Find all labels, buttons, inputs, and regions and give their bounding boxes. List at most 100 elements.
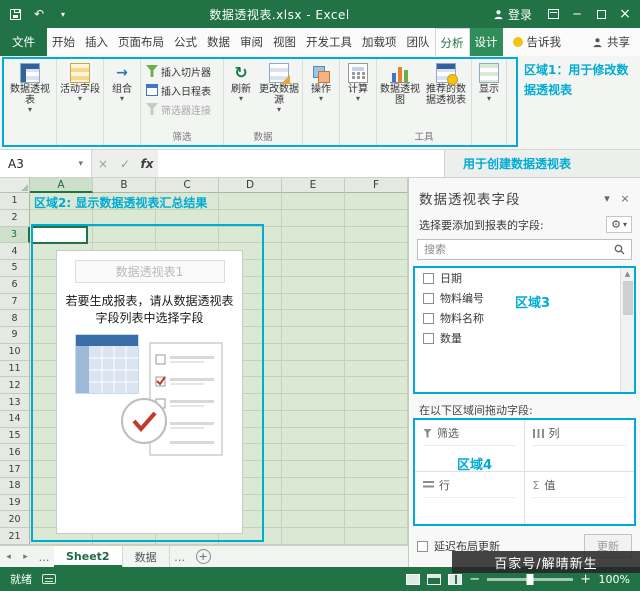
row-header-9[interactable]: 9 bbox=[0, 327, 30, 344]
save-button[interactable] bbox=[4, 3, 26, 25]
search-input[interactable] bbox=[424, 243, 614, 256]
cell-E12[interactable] bbox=[282, 377, 345, 395]
cell-E17[interactable] bbox=[282, 461, 345, 478]
group-button[interactable]: 组合 ▾ bbox=[105, 59, 139, 145]
tab-团队[interactable]: 团队 bbox=[402, 28, 435, 56]
row-header-17[interactable]: 17 bbox=[0, 461, 30, 478]
field-item-物料名称[interactable]: 物料名称 bbox=[415, 308, 634, 328]
cell-E15[interactable] bbox=[282, 427, 345, 445]
cancel-icon[interactable]: × bbox=[92, 150, 114, 177]
pane-close-icon[interactable]: × bbox=[616, 192, 634, 205]
pivotchart-button[interactable]: 数据透视图 bbox=[378, 59, 422, 132]
tab-设计[interactable]: 设计 bbox=[469, 28, 503, 56]
field-checkbox[interactable] bbox=[423, 332, 434, 344]
cell-F6[interactable] bbox=[345, 276, 408, 294]
row-header-16[interactable]: 16 bbox=[0, 444, 30, 462]
select-all-corner[interactable] bbox=[0, 178, 30, 193]
pivottable-button[interactable]: 数据透视表 ▾ bbox=[5, 59, 55, 145]
row-header-14[interactable]: 14 bbox=[0, 410, 30, 428]
cell-E20[interactable] bbox=[282, 511, 345, 529]
column-header-A[interactable]: A bbox=[30, 178, 93, 193]
cell-E11[interactable] bbox=[282, 360, 345, 378]
insert-function-icon[interactable]: fx bbox=[136, 150, 158, 177]
formula-input[interactable] bbox=[158, 150, 445, 177]
scroll-up-icon[interactable]: ▲ bbox=[625, 268, 630, 281]
cell-F5[interactable] bbox=[345, 260, 408, 277]
maximize-button[interactable] bbox=[590, 3, 612, 25]
tab-审阅[interactable]: 审阅 bbox=[235, 28, 268, 56]
new-sheet-button[interactable]: + bbox=[195, 549, 211, 564]
active-field-button[interactable]: 活动字段 ▾ bbox=[58, 59, 102, 145]
cell-C3[interactable] bbox=[156, 226, 219, 244]
drop-zone-filter[interactable]: 筛选 区域4 bbox=[415, 420, 525, 473]
cell-E21[interactable] bbox=[282, 528, 345, 545]
field-item-数量[interactable]: 数量 bbox=[415, 328, 634, 348]
cell-B3[interactable] bbox=[93, 226, 156, 244]
drop-zone-rows[interactable]: 行 bbox=[415, 472, 525, 524]
sheet-overflow-left[interactable]: … bbox=[34, 546, 54, 567]
row-header-15[interactable]: 15 bbox=[0, 427, 30, 445]
zoom-slider-thumb[interactable] bbox=[526, 573, 534, 585]
row-header-1[interactable]: 1 bbox=[0, 193, 30, 210]
sheet-overflow-right[interactable]: … bbox=[170, 546, 190, 567]
cell-E4[interactable] bbox=[282, 243, 345, 261]
sheet-nav-right-icon[interactable]: ▸ bbox=[17, 546, 34, 567]
page-layout-view-icon[interactable] bbox=[427, 573, 442, 585]
tab-file[interactable]: 文件 bbox=[0, 28, 47, 56]
cell-F8[interactable] bbox=[345, 310, 408, 328]
row-header-13[interactable]: 13 bbox=[0, 394, 30, 411]
tab-公式[interactable]: 公式 bbox=[169, 28, 202, 56]
cell-C2[interactable] bbox=[156, 209, 219, 227]
cell-E9[interactable] bbox=[282, 327, 345, 344]
tab-插入[interactable]: 插入 bbox=[80, 28, 113, 56]
cell-F10[interactable] bbox=[345, 343, 408, 361]
row-header-5[interactable]: 5 bbox=[0, 260, 30, 277]
tab-加载项[interactable]: 加载项 bbox=[357, 28, 402, 56]
sheet-tab-数据[interactable]: 数据 bbox=[123, 546, 170, 567]
field-item-日期[interactable]: 日期 bbox=[415, 268, 634, 288]
cell-E14[interactable] bbox=[282, 410, 345, 428]
pane-options-icon[interactable]: ▾ bbox=[598, 192, 616, 205]
field-checkbox[interactable] bbox=[423, 272, 434, 284]
cell-F20[interactable] bbox=[345, 511, 408, 529]
ribbon-display-options-button[interactable] bbox=[542, 3, 564, 25]
refresh-button[interactable]: 刷新 ▾ bbox=[225, 59, 257, 132]
cell-F7[interactable] bbox=[345, 293, 408, 311]
cell-F2[interactable] bbox=[345, 209, 408, 227]
cell-E8[interactable] bbox=[282, 310, 345, 328]
close-button[interactable]: × bbox=[614, 3, 636, 25]
tab-数据[interactable]: 数据 bbox=[202, 28, 235, 56]
filter-connections-button[interactable]: 筛选器连接 bbox=[144, 100, 220, 118]
row-header-7[interactable]: 7 bbox=[0, 293, 30, 311]
drop-zone-values[interactable]: 值 bbox=[525, 472, 635, 524]
cell-E2[interactable] bbox=[282, 209, 345, 227]
tab-tell-me[interactable]: 告诉我 bbox=[512, 28, 561, 56]
cell-E6[interactable] bbox=[282, 276, 345, 294]
row-header-18[interactable]: 18 bbox=[0, 477, 30, 495]
cell-F12[interactable] bbox=[345, 377, 408, 395]
change-data-source-button[interactable]: 更改数据源 ▾ bbox=[257, 59, 301, 132]
defer-update-checkbox[interactable] bbox=[417, 540, 428, 552]
quick-access-dropdown-icon[interactable]: ▾ bbox=[52, 3, 74, 25]
cell-D3[interactable] bbox=[219, 226, 282, 244]
fields-scrollbar[interactable]: ▲ bbox=[620, 268, 634, 392]
zoom-level[interactable]: 100% bbox=[598, 573, 630, 586]
column-header-E[interactable]: E bbox=[282, 178, 345, 193]
row-header-21[interactable]: 21 bbox=[0, 528, 30, 545]
cell-F18[interactable] bbox=[345, 477, 408, 495]
zoom-in-button[interactable]: + bbox=[580, 572, 591, 587]
cell-F4[interactable] bbox=[345, 243, 408, 261]
tab-开发工具[interactable]: 开发工具 bbox=[301, 28, 357, 56]
row-header-12[interactable]: 12 bbox=[0, 377, 30, 395]
name-box[interactable]: A3 ▾ bbox=[0, 150, 92, 177]
cell-E19[interactable] bbox=[282, 494, 345, 512]
row-header-20[interactable]: 20 bbox=[0, 511, 30, 529]
normal-view-icon[interactable] bbox=[406, 573, 421, 585]
scrollbar-thumb[interactable] bbox=[622, 281, 633, 315]
column-header-F[interactable]: F bbox=[345, 178, 408, 193]
cell-E1[interactable] bbox=[282, 193, 345, 210]
zoom-out-button[interactable]: − bbox=[469, 572, 480, 587]
column-header-B[interactable]: B bbox=[93, 178, 156, 193]
active-cell[interactable] bbox=[31, 226, 88, 244]
cell-D1[interactable] bbox=[219, 193, 282, 210]
